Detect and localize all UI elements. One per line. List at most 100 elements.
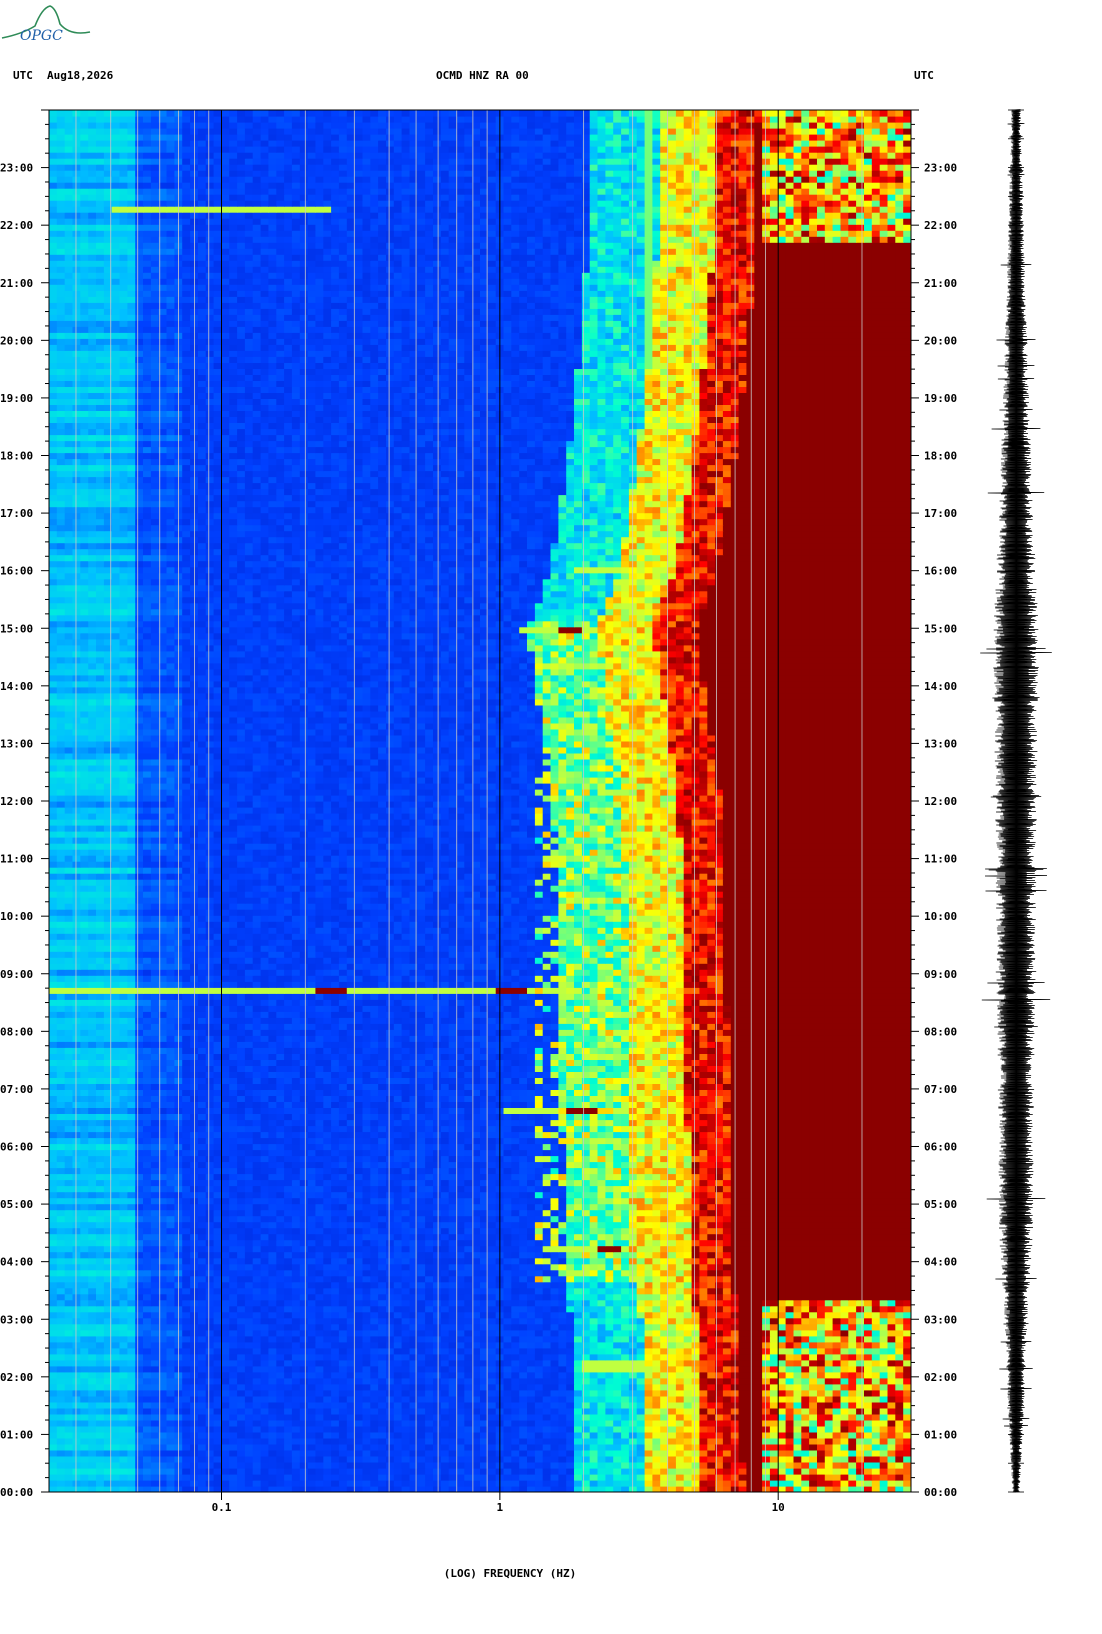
heatmap-cell — [214, 1246, 222, 1253]
heatmap-cell — [49, 1216, 57, 1223]
heatmap-cell — [151, 1462, 159, 1469]
heatmap-cell — [206, 1408, 214, 1415]
heatmap-cell — [864, 1324, 872, 1331]
heatmap-cell — [551, 1438, 559, 1445]
heatmap-cell — [590, 1234, 598, 1241]
heatmap-cell — [590, 1462, 598, 1469]
heatmap-cell — [292, 1240, 300, 1247]
heatmap-cell — [778, 1402, 786, 1409]
heatmap-cell — [214, 1288, 222, 1295]
heatmap-cell — [394, 1252, 402, 1259]
heatmap-cell — [621, 1270, 629, 1277]
heatmap-cell — [433, 1354, 441, 1361]
heatmap-cell — [120, 1288, 128, 1295]
heatmap-cell — [449, 1468, 457, 1475]
heatmap-cell — [331, 1312, 339, 1319]
heatmap-cell — [57, 1390, 65, 1397]
heatmap-cell — [143, 1426, 151, 1433]
heatmap-cell — [668, 1348, 676, 1355]
heatmap-cell — [841, 1480, 849, 1487]
heatmap-cell — [895, 1312, 903, 1319]
heatmap-cell — [825, 1324, 833, 1331]
heatmap-cell — [652, 1402, 660, 1409]
heatmap-cell — [449, 1420, 457, 1427]
heatmap-cell — [112, 1396, 120, 1403]
heatmap-cell — [888, 1222, 896, 1229]
heatmap-cell — [629, 1336, 637, 1343]
heatmap-cell — [519, 1360, 527, 1367]
heatmap-cell — [817, 1228, 825, 1235]
heatmap-cell — [535, 1324, 543, 1331]
heatmap-cell — [566, 1282, 574, 1289]
heatmap-cell — [652, 1444, 660, 1451]
heatmap-cell — [903, 1402, 911, 1409]
heatmap-cell — [284, 1282, 292, 1289]
heatmap-cell — [182, 1228, 190, 1235]
heatmap-cell — [402, 1378, 410, 1385]
heatmap-cell — [786, 1240, 794, 1247]
heatmap-cell — [57, 1246, 65, 1253]
heatmap-cell — [378, 1282, 386, 1289]
heatmap-cell — [856, 1288, 864, 1295]
heatmap-cell — [331, 1438, 339, 1445]
heatmap-cell — [198, 1420, 206, 1427]
heatmap-cell — [261, 1270, 269, 1277]
heatmap-cell — [135, 1276, 143, 1283]
heatmap-cell — [629, 1276, 637, 1283]
heatmap-cell — [339, 1294, 347, 1301]
heatmap-cell — [221, 1270, 229, 1277]
heatmap-cell — [551, 1318, 559, 1325]
heatmap-cell — [308, 1240, 316, 1247]
heatmap-cell — [355, 1450, 363, 1457]
heatmap-cell — [903, 1252, 911, 1259]
heatmap-cell — [96, 1420, 104, 1427]
heatmap-cell — [433, 1258, 441, 1265]
heatmap-cell — [394, 1240, 402, 1247]
heatmap-cell — [284, 1324, 292, 1331]
heatmap-cell — [535, 1480, 543, 1487]
heatmap-cell — [182, 1270, 190, 1277]
heatmap-cell — [378, 1372, 386, 1379]
heatmap-cell — [472, 1222, 480, 1229]
heatmap-cell — [629, 1306, 637, 1313]
heatmap-cell — [292, 1366, 300, 1373]
heatmap-cell — [464, 1432, 472, 1439]
heatmap-cell — [402, 1324, 410, 1331]
heatmap-cell — [739, 1348, 747, 1355]
heatmap-cell — [284, 1252, 292, 1259]
heatmap-cell — [88, 1420, 96, 1427]
heatmap-cell — [245, 1414, 253, 1421]
heatmap-cell — [880, 1258, 888, 1265]
heatmap-cell — [315, 1234, 323, 1241]
heatmap-cell — [245, 1264, 253, 1271]
heatmap-cell — [488, 1234, 496, 1241]
heatmap-cell — [394, 1450, 402, 1457]
heatmap-cell — [229, 1438, 237, 1445]
heatmap-cell — [864, 1426, 872, 1433]
heatmap-cell — [754, 1348, 762, 1355]
heatmap-cell — [73, 1258, 81, 1265]
heatmap-cell — [551, 1330, 559, 1337]
heatmap-cell — [96, 1390, 104, 1397]
heatmap-cell — [417, 1480, 425, 1487]
heatmap-cell — [65, 1228, 73, 1235]
heatmap-cell — [261, 1432, 269, 1439]
heatmap-cell — [543, 1426, 551, 1433]
heatmap-cell — [370, 1402, 378, 1409]
heatmap-cell — [315, 1402, 323, 1409]
heatmap-cell — [551, 1222, 559, 1229]
heatmap-cell — [245, 1336, 253, 1343]
heatmap-cell — [551, 1384, 559, 1391]
heatmap-cell — [707, 1450, 715, 1457]
heatmap-cell — [268, 1402, 276, 1409]
heatmap-cell — [323, 1384, 331, 1391]
heatmap-cell — [339, 1270, 347, 1277]
heatmap-cell — [276, 1480, 284, 1487]
heatmap-cell — [746, 1330, 754, 1337]
heatmap-cell — [778, 1414, 786, 1421]
heatmap-cell — [410, 1456, 418, 1463]
heatmap-cell — [363, 1306, 371, 1313]
heatmap-cell — [746, 1294, 754, 1301]
heatmap-cell — [848, 1222, 856, 1229]
heatmap-cell — [817, 1246, 825, 1253]
